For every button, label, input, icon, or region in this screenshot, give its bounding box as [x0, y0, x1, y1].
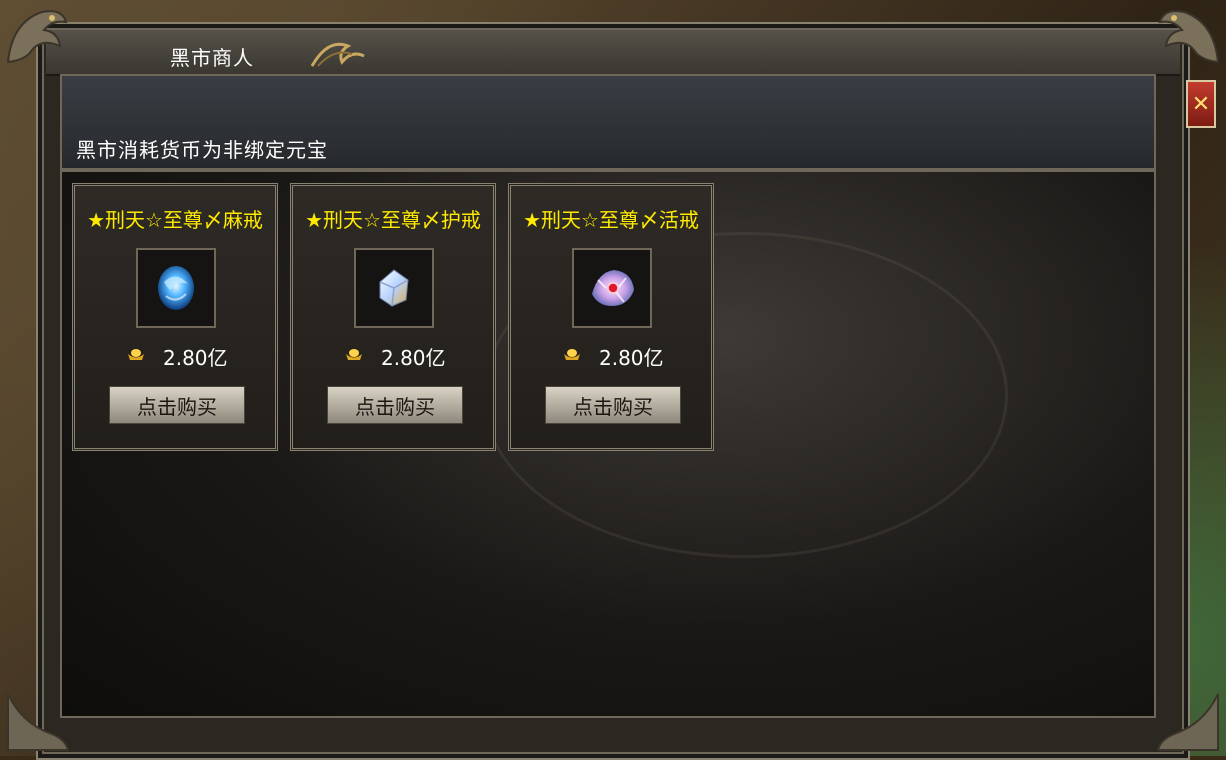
item-slot[interactable]: [136, 248, 216, 328]
pink-ring-icon: [592, 270, 634, 306]
close-icon: ✕: [1191, 91, 1211, 117]
item-name: ★刑天☆至尊〆护戒: [305, 208, 481, 232]
item-slot[interactable]: [354, 248, 434, 328]
buy-button[interactable]: 点击购买: [327, 386, 463, 424]
item-card: ★刑天☆至尊〆活戒 2.80亿 点击购买: [508, 183, 714, 451]
window-title: 黑市商人: [170, 46, 254, 70]
dragon-ornament-icon: [1156, 693, 1219, 751]
item-price: 2.80亿: [163, 346, 228, 370]
item-name: ★刑天☆至尊〆麻戒: [87, 208, 263, 232]
blue-ring-icon: [158, 266, 194, 310]
item-card: ★刑天☆至尊〆麻戒 2.80亿 点击购买: [72, 183, 278, 451]
item-price: 2.80亿: [381, 346, 446, 370]
item-price: 2.80亿: [599, 346, 664, 370]
buy-button[interactable]: 点击购买: [545, 386, 681, 424]
item-slot[interactable]: [572, 248, 652, 328]
close-button[interactable]: ✕: [1186, 80, 1216, 128]
crystal-ring-icon: [379, 269, 409, 307]
title-bar[interactable]: 黑市商人: [46, 30, 1180, 76]
gold-ingot-icon: [346, 349, 362, 360]
gold-ingot-icon: [564, 349, 580, 360]
item-card: ★刑天☆至尊〆护戒 2.80亿 点击购买: [290, 183, 496, 451]
notice-bar: 黑市消耗货币为非绑定元宝: [60, 74, 1156, 170]
title-ornament-icon: [310, 42, 365, 67]
dragon-ornament-icon: [6, 10, 68, 64]
gold-ingot-icon: [128, 349, 144, 360]
buy-button[interactable]: 点击购买: [109, 386, 245, 424]
item-name: ★刑天☆至尊〆活戒: [523, 208, 699, 232]
dragon-ornament-icon: [1158, 10, 1220, 64]
currency-notice: 黑市消耗货币为非绑定元宝: [76, 138, 328, 162]
